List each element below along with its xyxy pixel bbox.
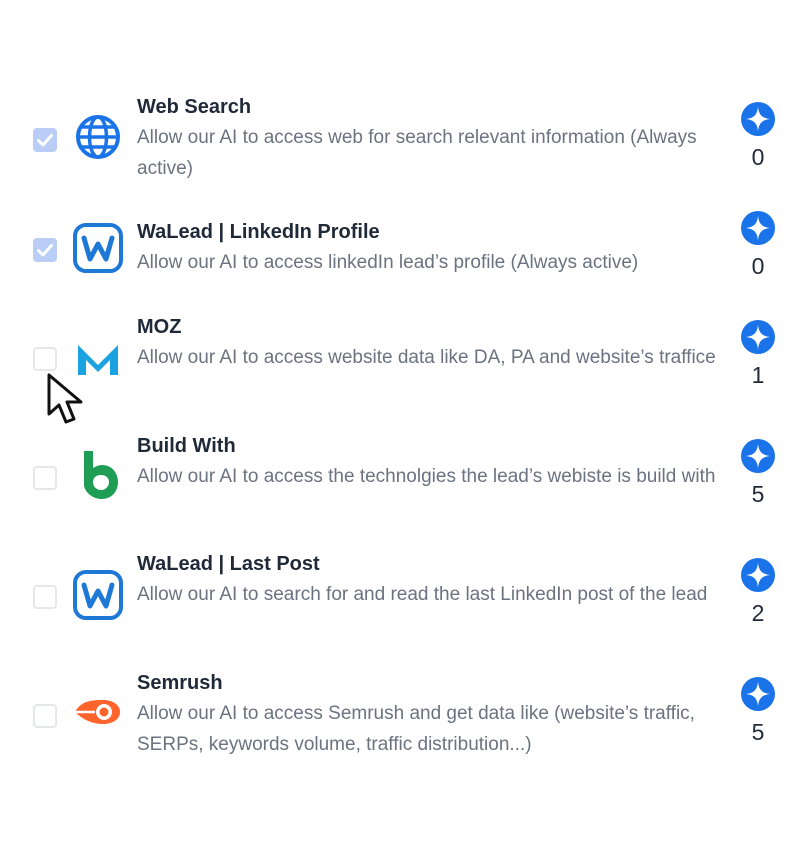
credit-cost: 5 — [751, 481, 765, 507]
integration-title: Semrush — [137, 672, 223, 694]
integration-title: WaLead | Last Post — [137, 553, 320, 575]
integration-row-semrush: Semrush Allow our AI to access Semrush a… — [0, 668, 810, 768]
credit-cost: 2 — [751, 600, 765, 626]
globe-icon — [76, 115, 120, 159]
credit-cost: 5 — [751, 719, 765, 745]
walead-logo-icon — [73, 223, 123, 273]
integration-description: Allow our AI to access website data like… — [137, 347, 716, 368]
builtwith-logo-icon — [84, 451, 118, 499]
integration-description: Allow our AI to access the technolgies t… — [137, 466, 716, 487]
integrations-list: Web Search Allow our AI to access web fo… — [0, 0, 810, 847]
credit-cost: 0 — [751, 144, 765, 170]
semrush-logo-icon — [75, 700, 120, 724]
credit-sparkle-icon — [741, 677, 775, 711]
credit-cost: 0 — [751, 253, 765, 279]
walead-logo-icon — [73, 570, 123, 620]
integration-title: Web Search — [137, 96, 252, 118]
integration-title: WaLead | LinkedIn Profile — [137, 221, 380, 243]
credit-sparkle-icon — [741, 211, 775, 245]
credit-cost: 1 — [751, 362, 765, 388]
credit-sparkle-icon — [741, 439, 775, 473]
checkbox-walead-last-post[interactable] — [33, 585, 57, 609]
integration-row-walead-profile: WaLead | LinkedIn Profile Allow our AI t… — [0, 217, 810, 317]
integration-description: Allow our AI to search for and read the … — [137, 584, 708, 605]
integration-row-build-with: Build With Allow our AI to access the te… — [0, 431, 810, 531]
integration-row-moz: MOZ Allow our AI to access website data … — [0, 312, 810, 412]
integration-title: MOZ — [137, 316, 182, 338]
credit-sparkle-icon — [741, 320, 775, 354]
integration-title: Build With — [137, 435, 236, 457]
credit-sparkle-icon — [741, 102, 775, 136]
mouse-cursor-icon — [47, 373, 83, 424]
checkbox-build-with[interactable] — [33, 466, 57, 490]
checkbox-moz[interactable] — [33, 347, 57, 371]
integration-description: Allow our AI to access Semrush and get d… — [137, 703, 695, 755]
integration-description: Allow our AI to access linkedIn lead’s p… — [137, 252, 639, 273]
checkbox-web-search[interactable] — [33, 128, 57, 152]
credit-sparkle-icon — [741, 558, 775, 592]
integration-description: Allow our AI to access web for search re… — [137, 127, 697, 179]
checkbox-semrush[interactable] — [33, 704, 57, 728]
integration-row-walead-last-post: WaLead | Last Post Allow our AI to searc… — [0, 549, 810, 649]
checkbox-walead-profile[interactable] — [33, 238, 57, 262]
integration-row-web-search: Web Search Allow our AI to access web fo… — [0, 92, 810, 192]
